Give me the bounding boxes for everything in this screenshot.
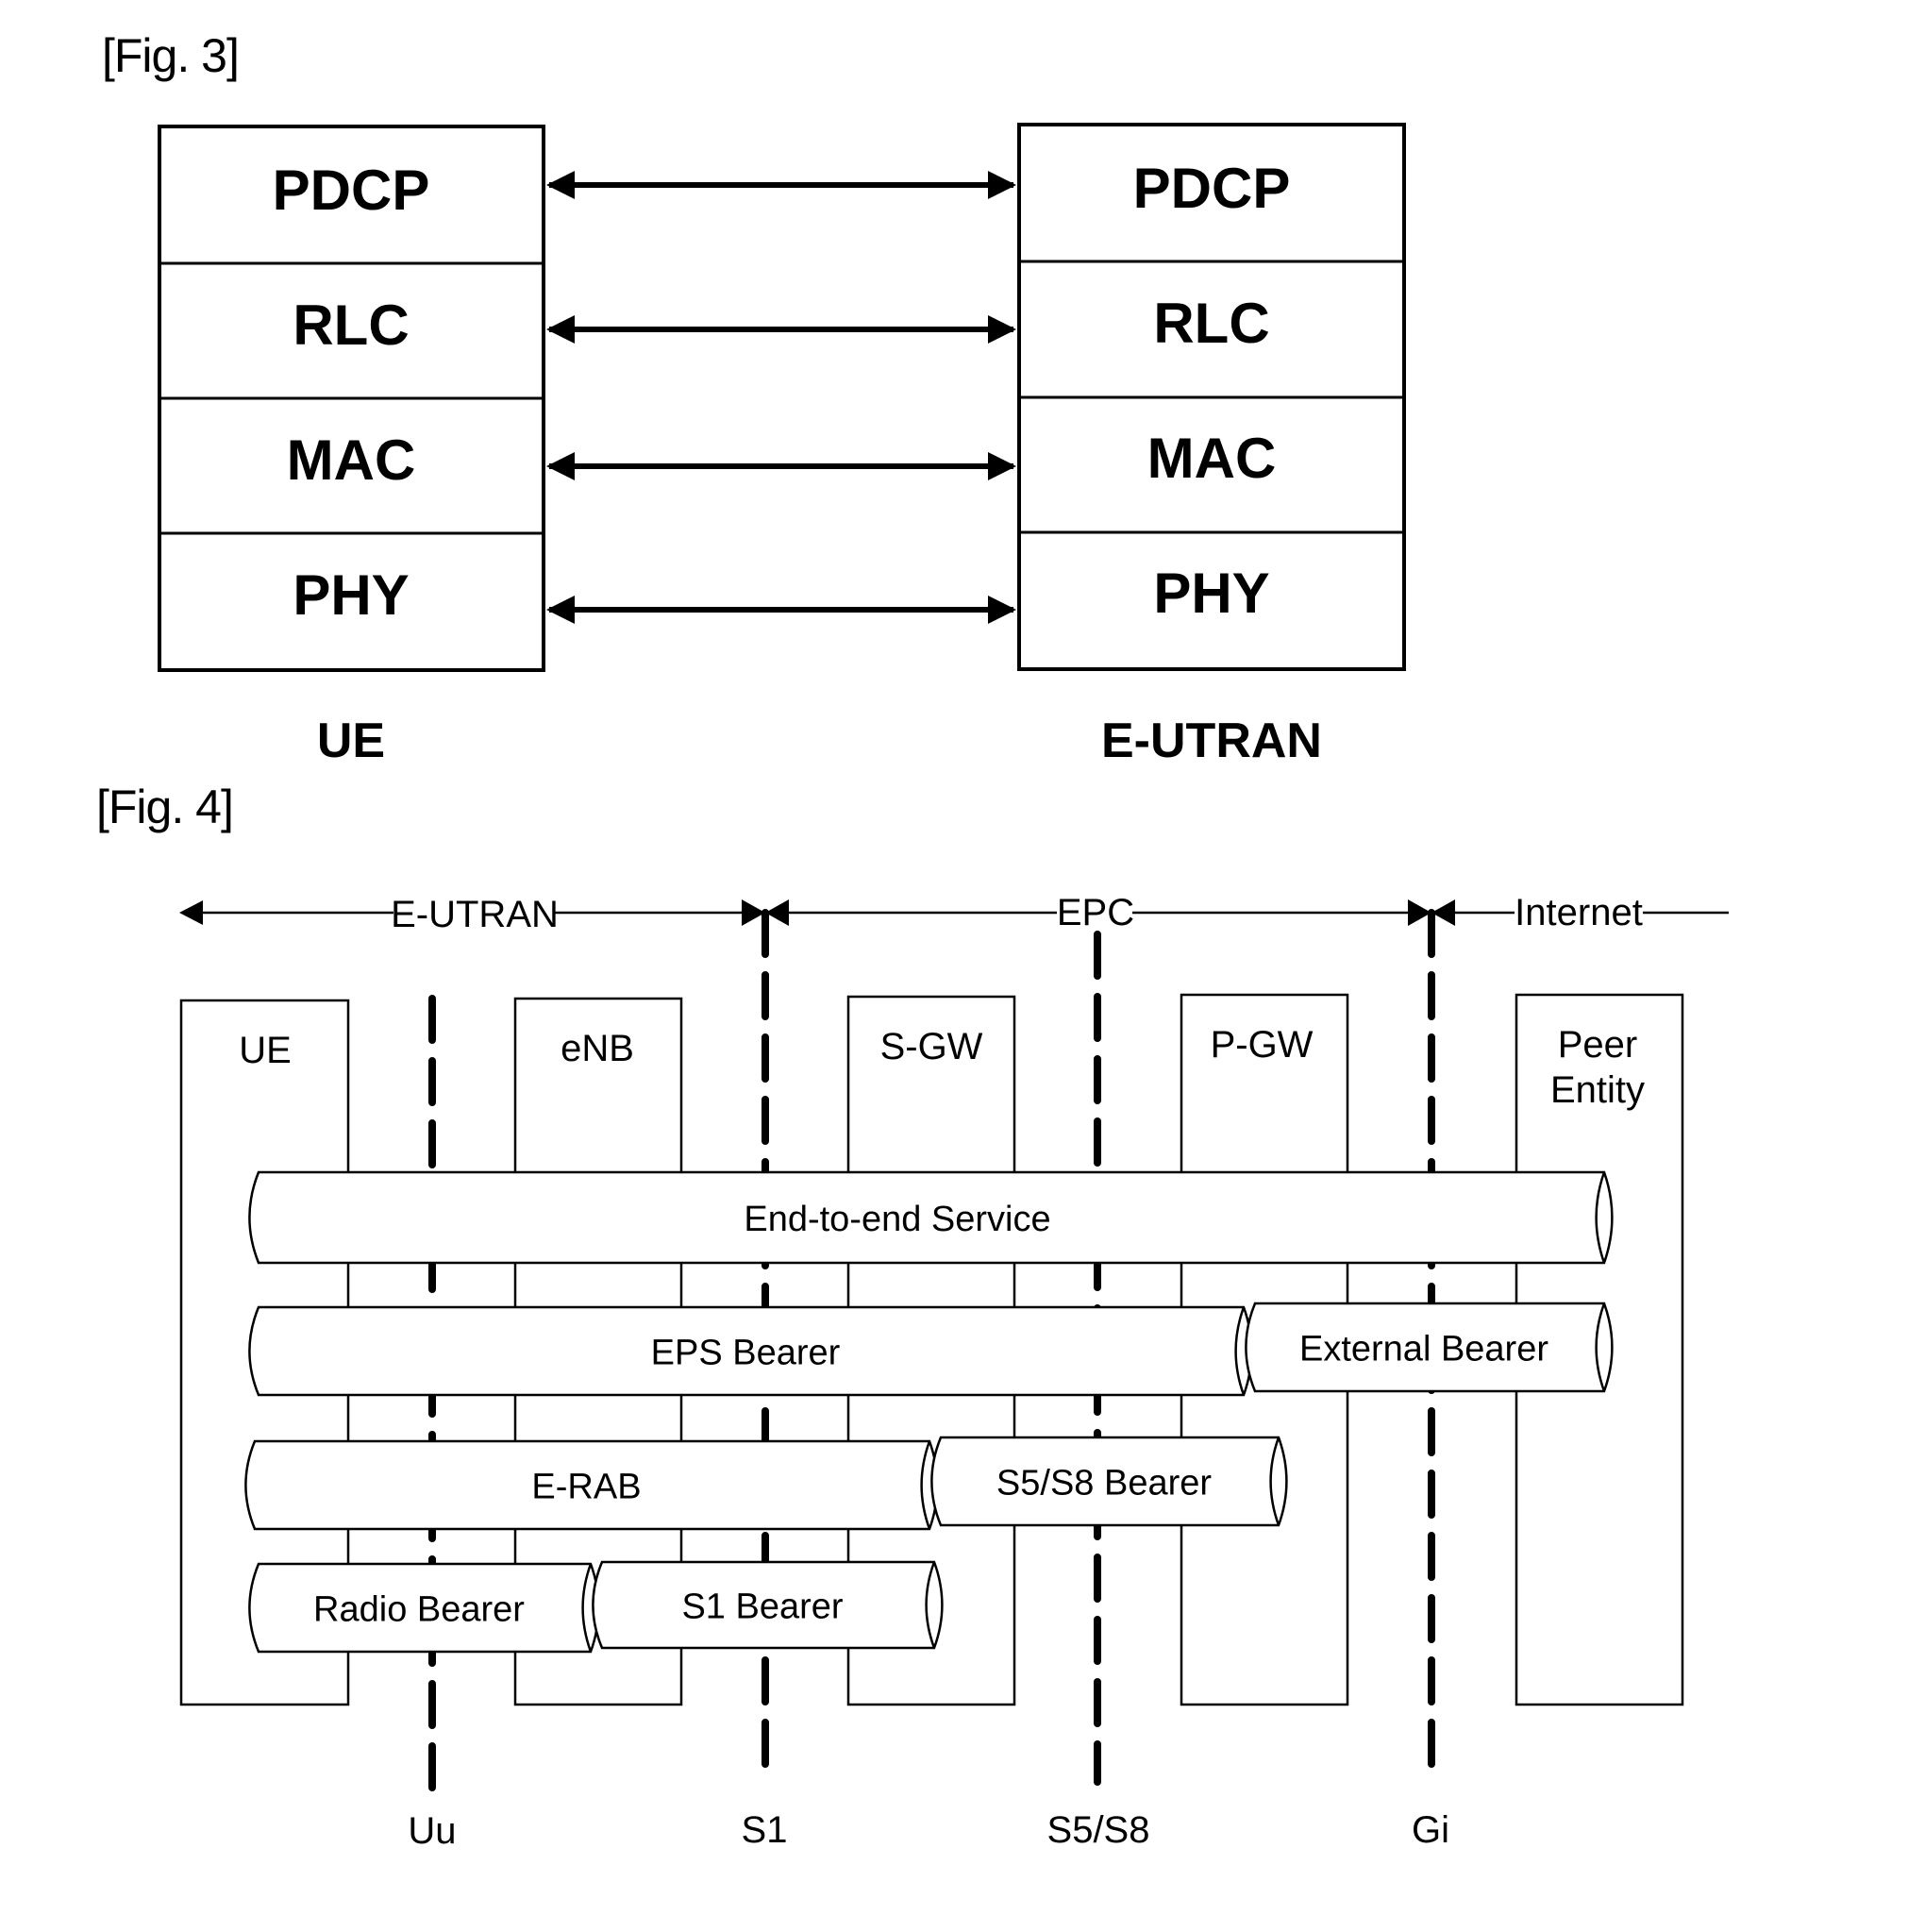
bearer-label: External Bearer bbox=[1299, 1330, 1548, 1369]
domain-label-eutran: E-UTRAN bbox=[391, 894, 559, 935]
entity-label-ue: UE bbox=[239, 1030, 292, 1071]
interface-label-s1: S1 bbox=[742, 1809, 788, 1851]
bearer-s1-bearer: S1 Bearer bbox=[592, 1560, 944, 1650]
eutran-layer-mac: MAC bbox=[1147, 427, 1277, 490]
entity-label-peer: Peer Entity bbox=[1550, 1024, 1645, 1111]
interface-label-s5s8: S5/S8 bbox=[1047, 1809, 1150, 1851]
bearer-label: S5/S8 Bearer bbox=[996, 1464, 1212, 1504]
domain-ruler: E-UTRAN EPC Internet bbox=[179, 892, 1729, 935]
ue-layer-pdcp: PDCP bbox=[273, 159, 430, 222]
bearer-radio-bearer: Radio Bearer bbox=[248, 1562, 600, 1654]
entity-label-sgw: S-GW bbox=[880, 1026, 983, 1067]
bearer-eps-bearer: EPS Bearer bbox=[248, 1305, 1253, 1397]
bearer-label: End-to-end Service bbox=[744, 1200, 1050, 1239]
entity-label-enb: eNB bbox=[561, 1028, 634, 1069]
eutran-node-label: E-UTRAN bbox=[1101, 714, 1322, 768]
fig4-diagram: E-UTRAN EPC Internet UE eNB S-GW P-GW Pe bbox=[179, 892, 1729, 1852]
arrow-left-icon bbox=[179, 900, 203, 925]
entity-label-pgw: P-GW bbox=[1211, 1024, 1314, 1066]
bearer-tubes: End-to-end Service EPS Bearer External Bea… bbox=[244, 1170, 1614, 1654]
ue-layer-phy: PHY bbox=[293, 563, 409, 627]
bearer-s5-s8-bearer: S5/S8 Bearer bbox=[930, 1436, 1288, 1527]
bearer-e-rab: E-RAB bbox=[244, 1439, 939, 1531]
bearer-label: EPS Bearer bbox=[651, 1334, 841, 1373]
eutran-layer-rlc: RLC bbox=[1153, 292, 1269, 355]
bearer-end-to-end-service: End-to-end Service bbox=[248, 1170, 1614, 1265]
eutran-layer-pdcp: PDCP bbox=[1133, 157, 1291, 220]
bearer-label: S1 Bearer bbox=[681, 1588, 843, 1627]
ue-protocol-stack: PDCP RLC MAC PHY UE bbox=[158, 125, 545, 768]
bearer-label: Radio Bearer bbox=[313, 1590, 525, 1630]
eutran-protocol-stack: PDCP RLC MAC PHY E-UTRAN bbox=[1017, 123, 1406, 768]
ue-layer-mac: MAC bbox=[287, 428, 416, 492]
peer-links bbox=[546, 171, 1016, 624]
bearer-external-bearer: External Bearer bbox=[1245, 1302, 1614, 1393]
fig3-diagram: PDCP RLC MAC PHY UE PDCP RLC MAC PHY E-U… bbox=[158, 123, 1406, 768]
bearer-label: E-RAB bbox=[531, 1468, 641, 1507]
interface-label-gi: Gi bbox=[1412, 1809, 1449, 1851]
domain-label-epc: EPC bbox=[1057, 892, 1134, 933]
ue-node-label: UE bbox=[317, 714, 385, 768]
interface-label-uu: Uu bbox=[408, 1810, 456, 1852]
ue-layer-rlc: RLC bbox=[293, 294, 409, 357]
eutran-layer-phy: PHY bbox=[1153, 562, 1269, 625]
diagram-canvas: PDCP RLC MAC PHY UE PDCP RLC MAC PHY E-U… bbox=[158, 123, 1729, 1852]
domain-label-internet: Internet bbox=[1515, 892, 1643, 933]
